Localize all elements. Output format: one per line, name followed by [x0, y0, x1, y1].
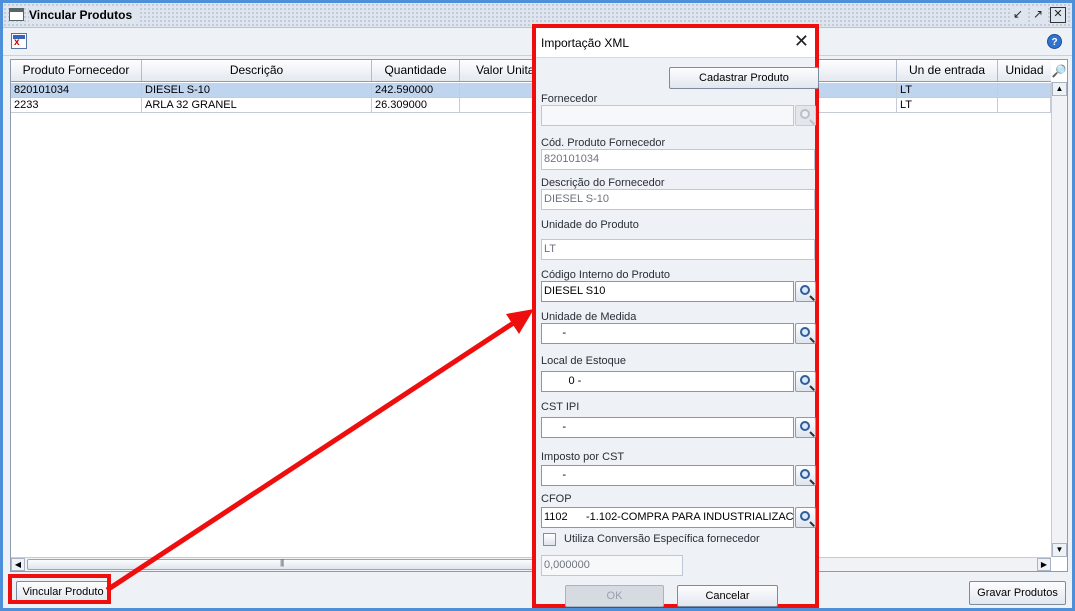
maximize-icon[interactable]: ↗: [1030, 7, 1046, 23]
local-estoque-search-button[interactable]: [795, 371, 816, 392]
search-icon: [800, 109, 810, 119]
scroll-up-icon[interactable]: ▲: [1052, 82, 1067, 96]
table-cell: 242.590000: [372, 83, 460, 98]
gravar-produtos-button[interactable]: Gravar Produtos: [969, 581, 1066, 605]
checkbox-label: Utiliza Conversão Específica fornecedor: [564, 533, 760, 545]
table-cell: [998, 98, 1051, 113]
conversao-value-field[interactable]: 0,000000: [541, 555, 683, 576]
cancelar-button[interactable]: Cancelar: [677, 585, 778, 607]
imposto-cst-search-button[interactable]: [795, 465, 816, 486]
column-header[interactable]: Unidad: [998, 60, 1051, 81]
close-icon[interactable]: ✕: [794, 31, 809, 52]
field-label: CFOP: [541, 493, 572, 505]
fornecedor-field[interactable]: [541, 105, 794, 126]
conversao-checkbox[interactable]: [543, 533, 556, 546]
table-cell: LT: [897, 83, 998, 98]
field-label: Fornecedor: [541, 93, 598, 105]
field-label: Imposto por CST: [541, 451, 625, 463]
search-icon: [800, 421, 810, 431]
column-header[interactable]: Descrição: [142, 60, 372, 81]
search-icon: [800, 511, 810, 521]
dialog-title-bar: Importação XML ✕: [536, 28, 815, 58]
unidade-produto-field[interactable]: LT: [541, 239, 815, 260]
table-cell: 26.309000: [372, 98, 460, 113]
cfop-field[interactable]: 1102 -1.102-COMPRA PARA INDUSTRIALIZACAO: [541, 507, 794, 528]
importacao-xml-dialog: Importação XML ✕ Cadastrar Produto Forne…: [532, 24, 819, 608]
horizontal-scrollbar[interactable]: ◀ ▶: [11, 557, 1051, 571]
field-label: Descrição do Fornecedor: [541, 177, 665, 189]
table-row[interactable]: 820101034 DIESEL S-10 242.590000 LT: [11, 83, 1051, 98]
table-header: Produto Fornecedor Descrição Quantidade …: [11, 60, 1051, 82]
table-cell: [460, 83, 542, 98]
local-estoque-field[interactable]: 0 -: [541, 371, 794, 392]
column-header[interactable]: Valor Unita: [460, 60, 542, 81]
unidade-medida-field[interactable]: -: [541, 323, 794, 344]
scroll-left-icon[interactable]: ◀: [11, 558, 25, 571]
help-icon[interactable]: ?: [1047, 34, 1062, 49]
table-cell: LT: [897, 98, 998, 113]
field-label: Unidade do Produto: [541, 219, 639, 231]
table-cell: ARLA 32 GRANEL: [142, 98, 372, 113]
cod-produto-fornecedor-field[interactable]: 820101034: [541, 149, 815, 170]
search-icon: [800, 285, 810, 295]
table-cell: DIESEL S-10: [142, 83, 372, 98]
unidade-medida-search-button[interactable]: [795, 323, 816, 344]
search-icon: [800, 469, 810, 479]
scrollbar-thumb[interactable]: [27, 558, 547, 570]
fornecedor-search-button: [795, 105, 816, 126]
scroll-right-icon[interactable]: ▶: [1037, 558, 1051, 571]
dialog-title: Importação XML: [541, 36, 630, 50]
minimize-icon[interactable]: ↙: [1010, 7, 1026, 23]
codigo-interno-search-button[interactable]: [795, 281, 816, 302]
search-icon: [800, 375, 810, 385]
descricao-fornecedor-field[interactable]: DIESEL S-10: [541, 189, 815, 210]
table-row[interactable]: 2233 ARLA 32 GRANEL 26.309000 LT: [11, 98, 1051, 113]
table-cell: 820101034: [11, 83, 142, 98]
window-title: Vincular Produtos: [29, 8, 139, 22]
ok-button[interactable]: OK: [565, 585, 664, 607]
table-cell: [998, 83, 1051, 98]
window-icon: [9, 8, 24, 21]
codigo-interno-field[interactable]: DIESEL S10: [541, 281, 794, 302]
export-excel-icon[interactable]: [11, 33, 27, 49]
field-label: CST IPI: [541, 401, 580, 413]
field-label: Código Interno do Produto: [541, 269, 671, 281]
column-header[interactable]: Quantidade: [372, 60, 460, 81]
column-search-icon[interactable]: 🔎: [1051, 63, 1067, 79]
column-header[interactable]: Produto Fornecedor: [11, 60, 142, 81]
column-header[interactable]: Un de entrada: [897, 60, 998, 81]
close-icon[interactable]: ✕: [1050, 7, 1066, 23]
scroll-down-icon[interactable]: ▼: [1052, 543, 1067, 557]
cadastrar-produto-button[interactable]: Cadastrar Produto: [669, 67, 819, 89]
search-icon: [800, 327, 810, 337]
vertical-scrollbar[interactable]: ▲ ▼: [1051, 82, 1067, 557]
imposto-cst-field[interactable]: -: [541, 465, 794, 486]
field-label: Unidade de Medida: [541, 311, 637, 323]
cst-ipi-field[interactable]: -: [541, 417, 794, 438]
highlight-box: [8, 574, 111, 604]
table-cell: [460, 98, 542, 113]
field-label: Cód. Produto Fornecedor: [541, 137, 666, 149]
table-cell: 2233: [11, 98, 142, 113]
field-label: Local de Estoque: [541, 355, 627, 367]
cst-ipi-search-button[interactable]: [795, 417, 816, 438]
cfop-search-button[interactable]: [795, 507, 816, 528]
